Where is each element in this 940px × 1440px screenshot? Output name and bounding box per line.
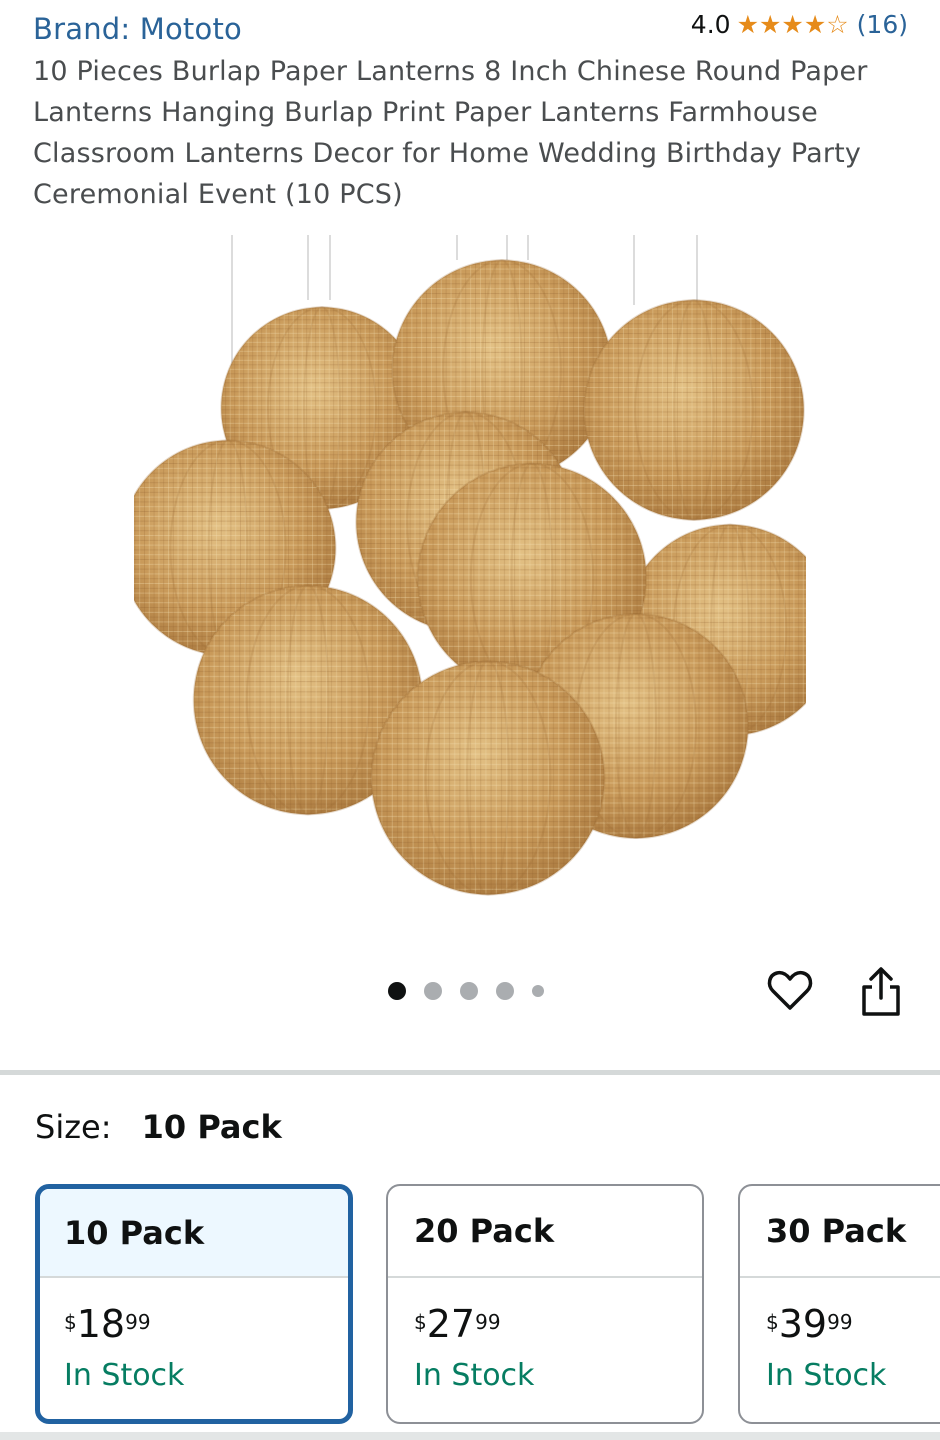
size-label: Size: (35, 1108, 112, 1146)
price-whole: 18 (76, 1302, 126, 1346)
size-option-price: $ 18 99 (40, 1304, 348, 1344)
image-pagination[interactable] (388, 982, 562, 1000)
size-option-10-pack[interactable]: 10 Pack $ 18 99 In Stock (35, 1184, 353, 1424)
price-fraction: 99 (475, 1310, 501, 1334)
stock-status: In Stock (414, 1358, 535, 1393)
star-rating: ★ ★ ★ ★ ☆ (737, 12, 849, 37)
brand-link[interactable]: Brand: Mototo (33, 12, 242, 46)
pagination-dot[interactable] (496, 982, 514, 1000)
pagination-dot-active[interactable] (388, 982, 406, 1000)
pagination-dot[interactable] (532, 985, 544, 997)
size-option-name: 10 Pack (40, 1189, 348, 1278)
price-whole: 39 (778, 1302, 828, 1346)
product-image[interactable] (120, 230, 820, 910)
star-filled-icon: ★ (736, 10, 759, 39)
stock-status: In Stock (766, 1358, 887, 1393)
size-selector-label: Size: 10 Pack (35, 1108, 282, 1146)
section-divider (0, 1070, 940, 1075)
size-option-price: $ 27 99 (388, 1304, 702, 1344)
size-option-name: 20 Pack (388, 1186, 702, 1278)
size-option-price: $ 39 99 (740, 1304, 940, 1344)
star-filled-icon: ★ (758, 10, 782, 39)
pagination-dot[interactable] (460, 982, 478, 1000)
heart-icon[interactable] (766, 966, 814, 1014)
product-title: 10 Pieces Burlap Paper Lanterns 8 Inch C… (33, 56, 868, 210)
price-symbol: $ (64, 1310, 77, 1334)
price-symbol: $ (766, 1310, 779, 1334)
rating-summary[interactable]: 4.0 ★ ★ ★ ★ ☆ (16) (691, 10, 908, 39)
pagination-dot[interactable] (424, 982, 442, 1000)
size-selected-value: 10 Pack (141, 1108, 282, 1146)
star-filled-icon: ★ (803, 10, 827, 39)
stock-status: In Stock (64, 1358, 185, 1393)
size-option-30-pack[interactable]: 30 Pack $ 39 99 In Stock (738, 1184, 940, 1424)
star-filled-icon: ★ (781, 10, 804, 39)
star-empty-icon: ☆ (826, 10, 849, 39)
rating-value: 4.0 (690, 10, 731, 39)
price-symbol: $ (414, 1310, 427, 1334)
lanterns-image (120, 230, 820, 910)
price-fraction: 99 (827, 1310, 853, 1334)
price-fraction: 99 (125, 1310, 151, 1334)
bottom-edge (0, 1432, 940, 1440)
price-whole: 27 (426, 1302, 476, 1346)
rating-count-link[interactable]: (16) (857, 10, 908, 39)
size-option-20-pack[interactable]: 20 Pack $ 27 99 In Stock (386, 1184, 704, 1424)
size-option-name: 30 Pack (740, 1186, 940, 1278)
share-icon[interactable] (858, 966, 904, 1018)
